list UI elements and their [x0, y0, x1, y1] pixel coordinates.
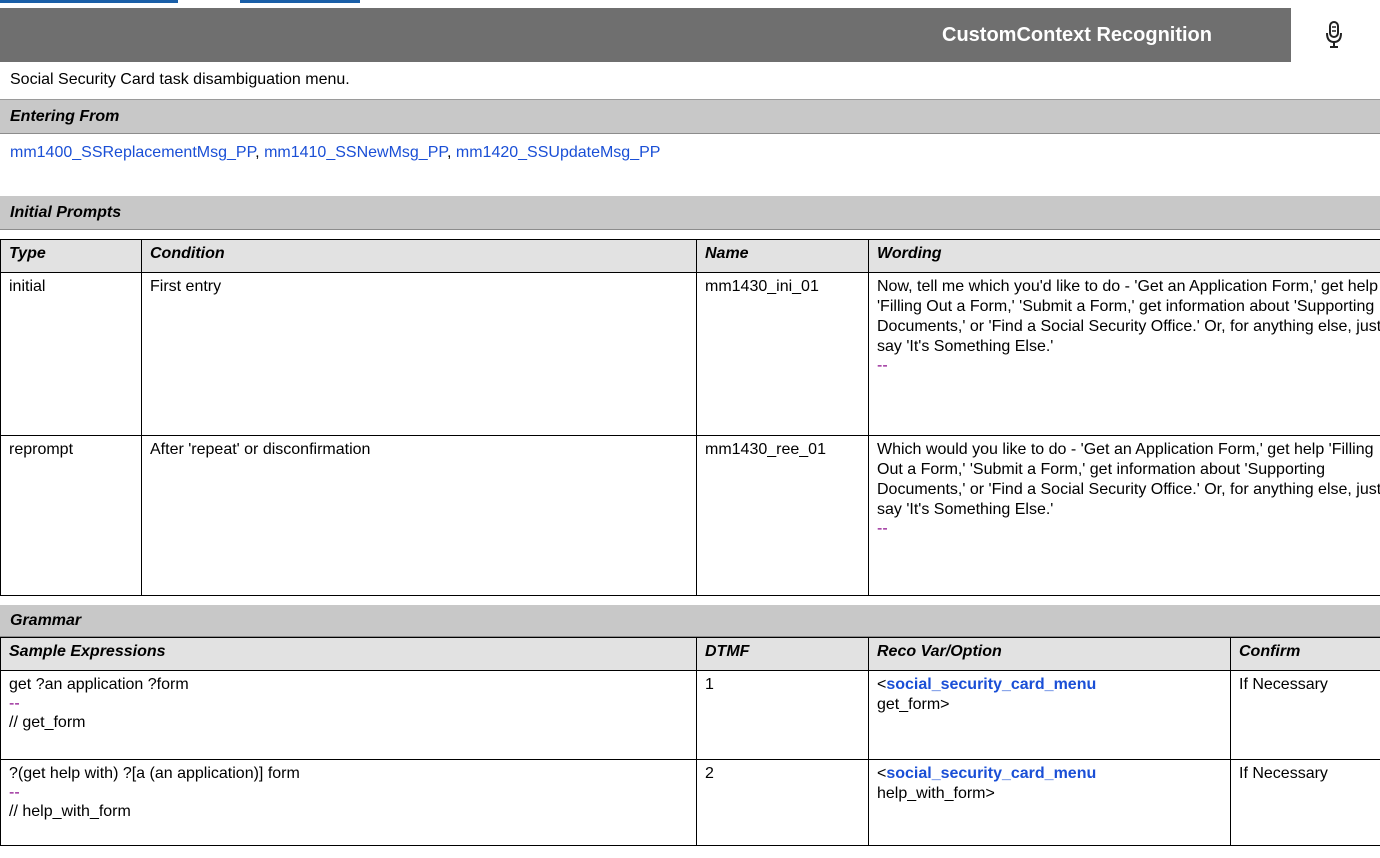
column-header: Sample Expressions [0, 637, 697, 671]
section-heading: Entering From [10, 108, 120, 125]
state-description: Social Security Card task disambiguation… [0, 62, 1380, 100]
section-entering-from: Entering From [0, 100, 1380, 134]
reco-option: get_form> [877, 696, 950, 713]
section-grammar: Grammar [0, 605, 1380, 637]
reco-cell: <social_security_card_menu help_with_for… [868, 759, 1231, 846]
dtmf-value: 2 [696, 759, 869, 846]
section-heading: Grammar [10, 612, 82, 629]
prompt-wording-cell: Which would you like to do - 'Get an App… [868, 435, 1380, 596]
column-header: Wording [868, 239, 1380, 273]
sample-expression: get ?an application ?form [9, 676, 189, 693]
expression-comment: // help_with_form [9, 803, 131, 820]
link-entering-from-3[interactable]: mm1420_SSUpdateMsg_PP [456, 144, 661, 161]
expression-dash: -- [9, 695, 20, 712]
top-strip [0, 0, 1380, 8]
table-row: reprompt After 'repeat' or disconfirmati… [0, 435, 1380, 596]
mic-box[interactable] [1291, 8, 1380, 62]
section-initial-prompts: Initial Prompts [0, 196, 1380, 230]
table-row: get ?an application ?form -- // get_form… [0, 670, 1380, 760]
reco-prefix: < [877, 676, 887, 693]
prompt-wording: Now, tell me which you'd like to do - 'G… [877, 278, 1380, 355]
initial-prompts-table: Type Condition Name Wording initial Firs… [0, 239, 1380, 596]
reco-option: help_with_form> [877, 785, 995, 802]
prompt-condition: After 'repeat' or disconfirmation [141, 435, 697, 596]
reco-cell: <social_security_card_menu get_form> [868, 670, 1231, 760]
column-header: Reco Var/Option [868, 637, 1231, 671]
grammar-table: Sample Expressions DTMF Reco Var/Option … [0, 637, 1380, 846]
title-bar: CustomContext Recognition [0, 8, 1380, 62]
column-header: DTMF [696, 637, 869, 671]
link-entering-from-1[interactable]: mm1400_SSReplacementMsg_PP [10, 144, 255, 161]
link-separator: , [446, 144, 452, 161]
prompt-name: mm1430_ini_01 [696, 272, 869, 436]
microphone-icon[interactable] [1324, 20, 1344, 50]
expression-cell: ?(get help with) ?[a (an application)] f… [0, 759, 697, 846]
table-row: ?(get help with) ?[a (an application)] f… [0, 759, 1380, 846]
reco-prefix: < [877, 765, 887, 782]
confirm-value: If Necessary [1230, 670, 1380, 760]
prompt-wording: Which would you like to do - 'Get an App… [877, 441, 1380, 518]
prompt-condition: First entry [141, 272, 697, 436]
table-header-row: Sample Expressions DTMF Reco Var/Option … [0, 637, 1380, 671]
section-heading: Initial Prompts [10, 204, 122, 221]
expression-cell: get ?an application ?form -- // get_form [0, 670, 697, 760]
prompt-wording-cell: Now, tell me which you'd like to do - 'G… [868, 272, 1380, 436]
column-header: Confirm [1230, 637, 1380, 671]
column-header: Name [696, 239, 869, 273]
expression-dash: -- [9, 784, 20, 801]
reco-var-link[interactable]: social_security_card_menu [886, 676, 1096, 693]
prompt-dash: -- [877, 357, 888, 374]
sample-expression: ?(get help with) ?[a (an application)] f… [9, 765, 300, 782]
prompt-type: initial [0, 272, 142, 436]
top-strip-line [0, 0, 178, 3]
prompt-type: reprompt [0, 435, 142, 596]
expression-comment: // get_form [9, 714, 86, 731]
column-header: Condition [141, 239, 697, 273]
link-entering-from-2[interactable]: mm1410_SSNewMsg_PP [264, 144, 447, 161]
dtmf-value: 1 [696, 670, 869, 760]
table-row: initial First entry mm1430_ini_01 Now, t… [0, 272, 1380, 436]
prompt-dash: -- [877, 520, 888, 537]
top-strip-line-2 [240, 0, 360, 3]
entering-from-links: mm1400_SSReplacementMsg_PP, mm1410_SSNew… [0, 134, 1380, 176]
table-header-row: Type Condition Name Wording [0, 239, 1380, 273]
prompt-name: mm1430_ree_01 [696, 435, 869, 596]
column-header: Type [0, 239, 142, 273]
reco-var-link[interactable]: social_security_card_menu [886, 765, 1096, 782]
link-separator: , [255, 144, 260, 161]
confirm-value: If Necessary [1230, 759, 1380, 846]
